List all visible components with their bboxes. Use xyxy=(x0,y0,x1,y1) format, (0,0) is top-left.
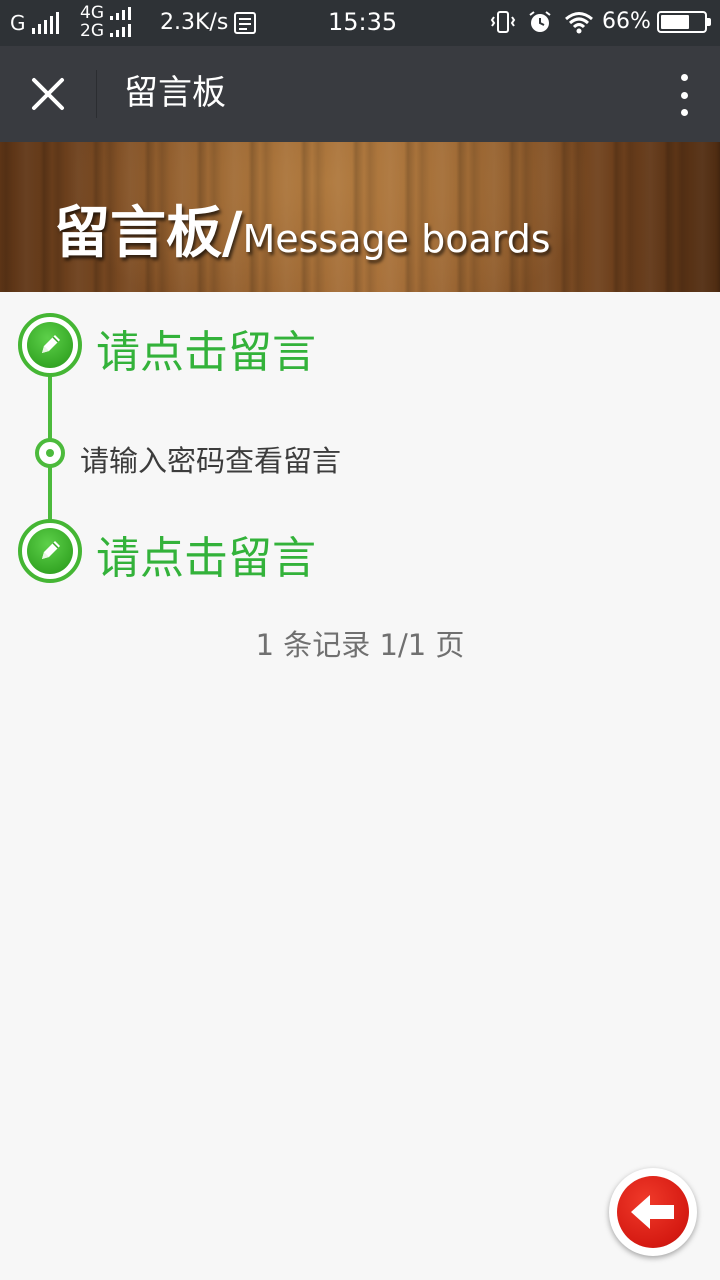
pencil-icon xyxy=(42,541,60,559)
close-button[interactable] xyxy=(0,46,96,142)
signal-bars-icon xyxy=(110,24,131,37)
banner-title-en: Message boards xyxy=(242,217,551,261)
pencil-icon xyxy=(42,335,60,353)
message-dot xyxy=(35,438,65,468)
status-bar: G 4G 2G 2.3K/s 15:35 66% xyxy=(0,0,720,46)
pen-node-bottom[interactable] xyxy=(18,519,82,583)
header-banner: 留言板/Message boards xyxy=(0,142,720,292)
title-divider xyxy=(96,70,97,118)
locked-message-item[interactable]: 请输入密码查看留言 xyxy=(80,438,341,480)
more-menu-button[interactable] xyxy=(676,74,692,116)
arrow-left-icon xyxy=(631,1195,674,1229)
signal-bars-icon xyxy=(110,7,131,20)
carrier-label: G xyxy=(10,11,26,35)
vibrate-icon xyxy=(490,11,516,33)
battery: 66% xyxy=(602,9,711,34)
network-speed-text: 2.3K/s xyxy=(160,10,229,35)
network-type-bottom: 2G xyxy=(80,21,104,41)
back-button[interactable] xyxy=(609,1168,697,1256)
more-vertical-icon xyxy=(680,74,688,81)
leave-message-link-bottom[interactable]: 请点击留言 xyxy=(96,522,316,586)
page-title: 留言板 xyxy=(124,73,226,113)
signal-bars-icon xyxy=(31,12,59,34)
battery-percent: 66% xyxy=(602,9,651,34)
pagination-summary: 1 条记录 1/1 页 xyxy=(255,628,465,662)
close-icon xyxy=(32,78,64,110)
network-type-top: 4G xyxy=(80,3,104,23)
notification-app-icon xyxy=(234,11,257,34)
banner-title-cn: 留言板/ xyxy=(54,201,243,266)
leave-message-link-top[interactable]: 请点击留言 xyxy=(96,316,316,380)
banner-title: 留言板/Message boards xyxy=(54,188,551,269)
clock-text: 15:35 xyxy=(328,8,398,36)
title-bar: 留言板 xyxy=(0,46,720,142)
alarm-icon xyxy=(529,11,551,32)
battery-icon xyxy=(656,10,711,33)
pen-node-top[interactable] xyxy=(18,313,82,377)
status-icons xyxy=(490,10,594,34)
wifi-icon xyxy=(565,12,593,34)
network-speed: 2.3K/s xyxy=(160,10,257,35)
signal-sim2: 4G 2G xyxy=(80,4,131,40)
signal-sim1: G xyxy=(10,11,59,35)
clock: 15:35 xyxy=(328,8,397,36)
